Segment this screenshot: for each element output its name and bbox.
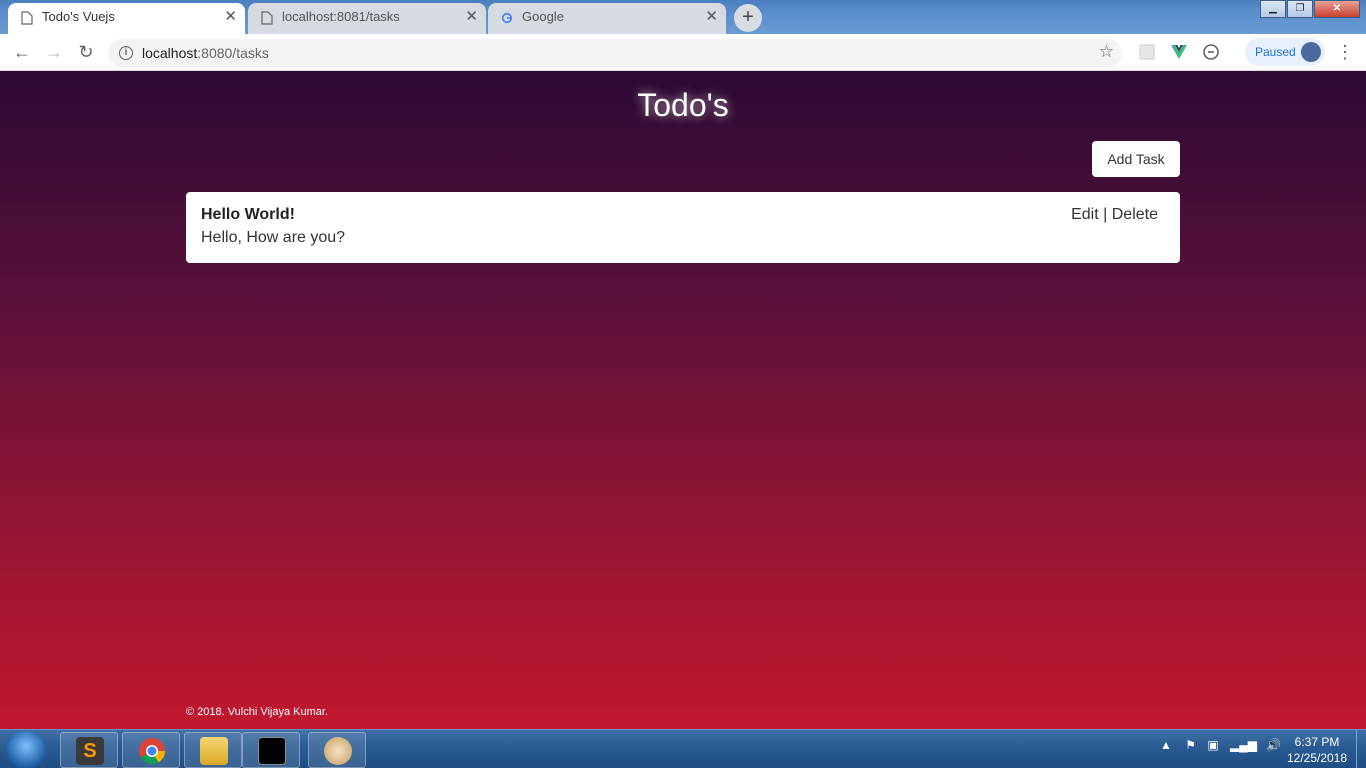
page-content: Todo's Add Task Hello World! Hello, How … bbox=[0, 71, 1366, 729]
chrome-icon bbox=[139, 738, 166, 765]
reload-icon[interactable]: ↻ bbox=[74, 41, 98, 65]
network-signal-icon[interactable]: ▂▄▆ bbox=[1230, 738, 1257, 752]
address-bar[interactable]: i localhost:8080/tasks ☆ bbox=[108, 39, 1122, 67]
action-center-flag-icon[interactable]: ⚑ bbox=[1185, 738, 1196, 752]
extension-icon[interactable] bbox=[1138, 43, 1156, 61]
volume-icon[interactable]: 🔊 bbox=[1266, 738, 1281, 752]
task-description: Hello, How are you? bbox=[201, 229, 346, 246]
url-host: localhost bbox=[142, 45, 198, 61]
site-info-icon[interactable]: i bbox=[119, 46, 133, 60]
taskbar-clock[interactable]: 6:37 PM 12/25/2018 bbox=[1282, 734, 1352, 766]
more-menu-icon[interactable]: ⋮ bbox=[1336, 43, 1354, 63]
url-port-path: :8080/tasks bbox=[197, 45, 269, 61]
restore-icon[interactable]: ❐ bbox=[1287, 0, 1313, 18]
task-card: Hello World! Hello, How are you? Edit | … bbox=[186, 192, 1180, 263]
tab-todos-vuejs[interactable]: Todo's Vuejs ✕ bbox=[8, 3, 245, 34]
paint-palette-icon bbox=[324, 737, 352, 765]
page-title: Todo's bbox=[637, 87, 729, 123]
forward-arrow-icon[interactable]: → bbox=[42, 41, 66, 65]
tab-label: localhost:8081/tasks bbox=[282, 9, 400, 24]
footer-copyright: © 2018. Vulchi Vijaya Kumar. bbox=[186, 706, 329, 718]
paint-taskbar-button[interactable] bbox=[308, 732, 366, 768]
vue-devtools-icon[interactable] bbox=[1170, 43, 1188, 61]
tab-google[interactable]: Google ✕ bbox=[488, 3, 726, 34]
url-text: localhost:8080/tasks bbox=[142, 39, 269, 67]
new-tab-button[interactable]: + bbox=[734, 4, 762, 32]
start-button[interactable] bbox=[6, 731, 46, 768]
edit-link[interactable]: Edit bbox=[1071, 206, 1099, 223]
window-controls: ▁ ❐ ✕ bbox=[1259, 0, 1360, 18]
delete-link[interactable]: Delete bbox=[1112, 206, 1158, 223]
close-icon[interactable]: ✕ bbox=[705, 3, 718, 31]
tab-localhost-8081[interactable]: localhost:8081/tasks ✕ bbox=[248, 3, 486, 34]
close-icon[interactable]: ✕ bbox=[224, 3, 237, 31]
clock-time: 6:37 PM bbox=[1294, 735, 1340, 749]
tray-arrow-icon[interactable]: ▲ bbox=[1160, 738, 1172, 752]
usb-icon[interactable]: ▣ bbox=[1207, 738, 1218, 752]
sublime-text-taskbar-button[interactable]: S bbox=[60, 732, 118, 768]
window-close-icon[interactable]: ✕ bbox=[1314, 0, 1360, 18]
page-icon bbox=[261, 11, 273, 25]
action-separator: | bbox=[1103, 206, 1108, 223]
folder-icon bbox=[200, 737, 228, 765]
close-icon[interactable]: ✕ bbox=[465, 3, 478, 31]
browser-toolbar: ← → ↻ i localhost:8080/tasks ☆ Paused ⋮ bbox=[0, 34, 1366, 71]
profile-paused-button[interactable]: Paused bbox=[1245, 38, 1325, 66]
browser-tab-strip: Todo's Vuejs ✕ localhost:8081/tasks ✕ Go… bbox=[0, 0, 1366, 34]
add-task-button[interactable]: Add Task bbox=[1092, 141, 1180, 177]
paused-label: Paused bbox=[1255, 45, 1296, 59]
taskbar: S ▲ ⚑ ▣ ▂▄▆ 🔊 6:37 PM 12/25/2018 bbox=[0, 729, 1366, 768]
minimize-icon[interactable]: ▁ bbox=[1260, 0, 1286, 18]
chrome-taskbar-button[interactable] bbox=[122, 732, 180, 768]
tab-label: Todo's Vuejs bbox=[42, 9, 115, 24]
tab-label: Google bbox=[522, 9, 564, 24]
cmd-taskbar-button[interactable] bbox=[242, 732, 300, 768]
clock-date: 12/25/2018 bbox=[1286, 751, 1348, 765]
task-actions: Edit | Delete bbox=[1071, 206, 1158, 224]
bookmark-star-icon[interactable]: ☆ bbox=[1099, 42, 1114, 62]
page-icon bbox=[21, 11, 33, 25]
avatar bbox=[1301, 42, 1321, 62]
show-desktop-button[interactable] bbox=[1356, 730, 1366, 768]
terminal-icon bbox=[258, 737, 286, 765]
back-arrow-icon[interactable]: ← bbox=[10, 41, 34, 65]
task-title: Hello World! bbox=[201, 206, 295, 223]
google-icon bbox=[501, 12, 513, 24]
extension-circle-icon[interactable] bbox=[1202, 43, 1220, 61]
file-explorer-taskbar-button[interactable] bbox=[184, 732, 242, 768]
system-tray: ▲ ⚑ ▣ ▂▄▆ 🔊 bbox=[1160, 738, 1281, 752]
sublime-text-icon: S bbox=[76, 737, 104, 765]
